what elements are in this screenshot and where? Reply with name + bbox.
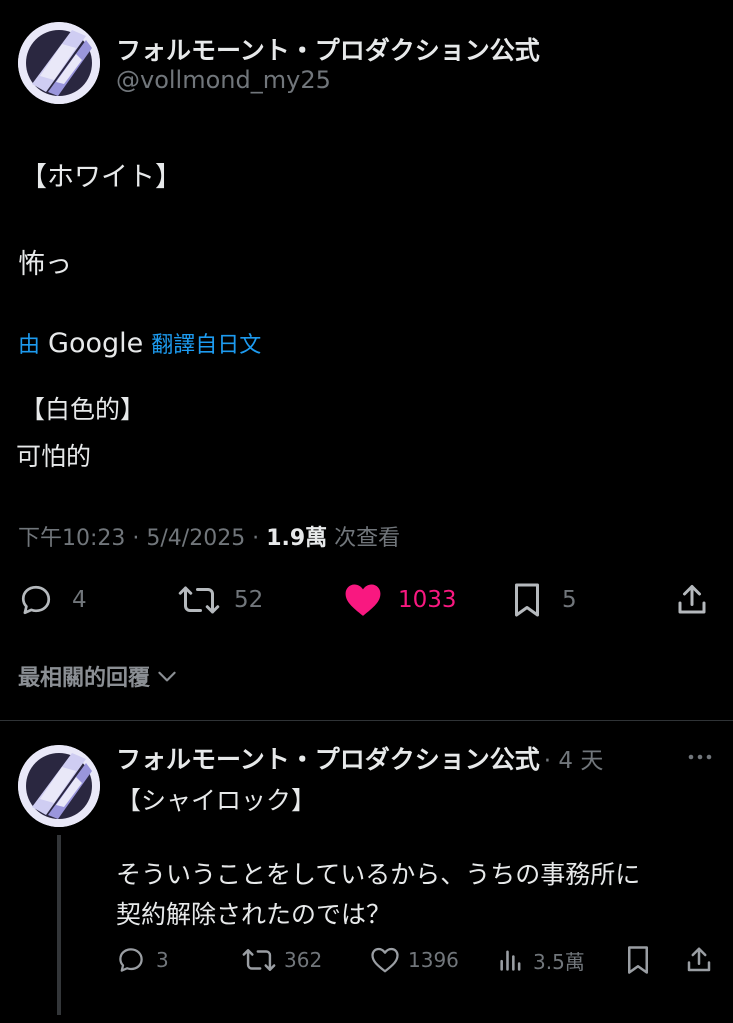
- author-display-name[interactable]: フォルモーント・プロダクション公式: [116, 31, 540, 67]
- reply-header: フォルモーント・プロダクション公式 · 4 天: [116, 740, 603, 776]
- google-logo-text: Google: [48, 328, 144, 359]
- tweet-text-line: 怖っ: [18, 249, 72, 280]
- reply-age[interactable]: · 4 天: [544, 741, 604, 775]
- reply-bookmark-button[interactable]: [625, 945, 651, 975]
- reply-icon: [119, 948, 143, 972]
- reply-view-count: 3.5萬: [533, 949, 585, 974]
- reply-button[interactable]: 4: [18, 582, 87, 618]
- ellipsis-icon: [688, 754, 712, 760]
- reply-avatar[interactable]: [18, 745, 100, 827]
- reply-sort-label: 最相關的回覆: [18, 666, 151, 691]
- chevron-down-icon: [158, 671, 176, 682]
- reply-sort-dropdown[interactable]: 最相關的回覆: [18, 660, 180, 692]
- translation-source-label: 翻譯自日文: [151, 333, 262, 358]
- reply-more-button[interactable]: [686, 746, 714, 772]
- tweet-text-line: 【ホワイト】: [20, 162, 182, 193]
- bookmark-count: 5: [562, 587, 577, 613]
- reply-text-line: そういうことをしているから、うちの事務所に: [116, 860, 641, 889]
- avatar[interactable]: [18, 22, 100, 104]
- reply-like-count: 1396: [408, 948, 459, 972]
- translation-attribution[interactable]: 由 Google 翻譯自日文: [18, 327, 261, 359]
- share-icon: [678, 585, 706, 614]
- repost-icon: [178, 586, 220, 614]
- heart-icon: [371, 947, 399, 973]
- repost-button[interactable]: 52: [178, 582, 263, 618]
- bookmark-icon: [628, 946, 648, 974]
- reply-text-line: 【シャイロック】: [116, 786, 317, 815]
- bookmark-icon: [515, 583, 539, 617]
- repost-icon: [242, 949, 276, 971]
- like-button[interactable]: 1033: [344, 582, 457, 618]
- reply-text-line: 契約解除されたのでは？: [116, 900, 392, 929]
- view-count: 1.9萬: [266, 526, 328, 551]
- tweet-metadata: 下午10:23 · 5/4/2025 · 1.9萬 次查看: [18, 520, 400, 552]
- bookmark-button[interactable]: 5: [512, 582, 577, 618]
- like-count: 1033: [398, 587, 457, 613]
- repost-count: 52: [234, 587, 264, 613]
- reply-share-button[interactable]: [684, 945, 714, 975]
- reply-reply-button[interactable]: 3: [116, 945, 169, 975]
- share-icon: [687, 947, 711, 972]
- reply-icon: [21, 585, 51, 615]
- reply-like-button[interactable]: 1396: [370, 945, 459, 975]
- translated-text-line: 可怕的: [16, 442, 92, 471]
- heart-filled-icon: [345, 584, 381, 616]
- share-button[interactable]: [674, 582, 710, 618]
- analytics-icon: [500, 950, 521, 971]
- avatar-logo-icon: [18, 745, 100, 827]
- reply-count: 4: [72, 587, 87, 613]
- reply-repost-count: 362: [284, 948, 323, 972]
- translation-prefix: 由: [18, 333, 41, 358]
- view-count-label: 次查看: [334, 526, 401, 551]
- thread-line: [57, 835, 61, 1015]
- timestamp[interactable]: 下午10:23 · 5/4/2025 ·: [18, 526, 259, 551]
- avatar-logo-icon: [18, 22, 100, 104]
- reply-views-button[interactable]: 3.5萬: [497, 945, 585, 975]
- translated-text-line: 【白色的】: [20, 395, 146, 424]
- reply-reply-count: 3: [156, 948, 169, 972]
- section-divider: [0, 720, 733, 721]
- reply-repost-button[interactable]: 362: [242, 945, 322, 975]
- author-handle[interactable]: @vollmond_my25: [116, 66, 331, 94]
- reply-author-name[interactable]: フォルモーント・プロダクション公式: [116, 740, 540, 776]
